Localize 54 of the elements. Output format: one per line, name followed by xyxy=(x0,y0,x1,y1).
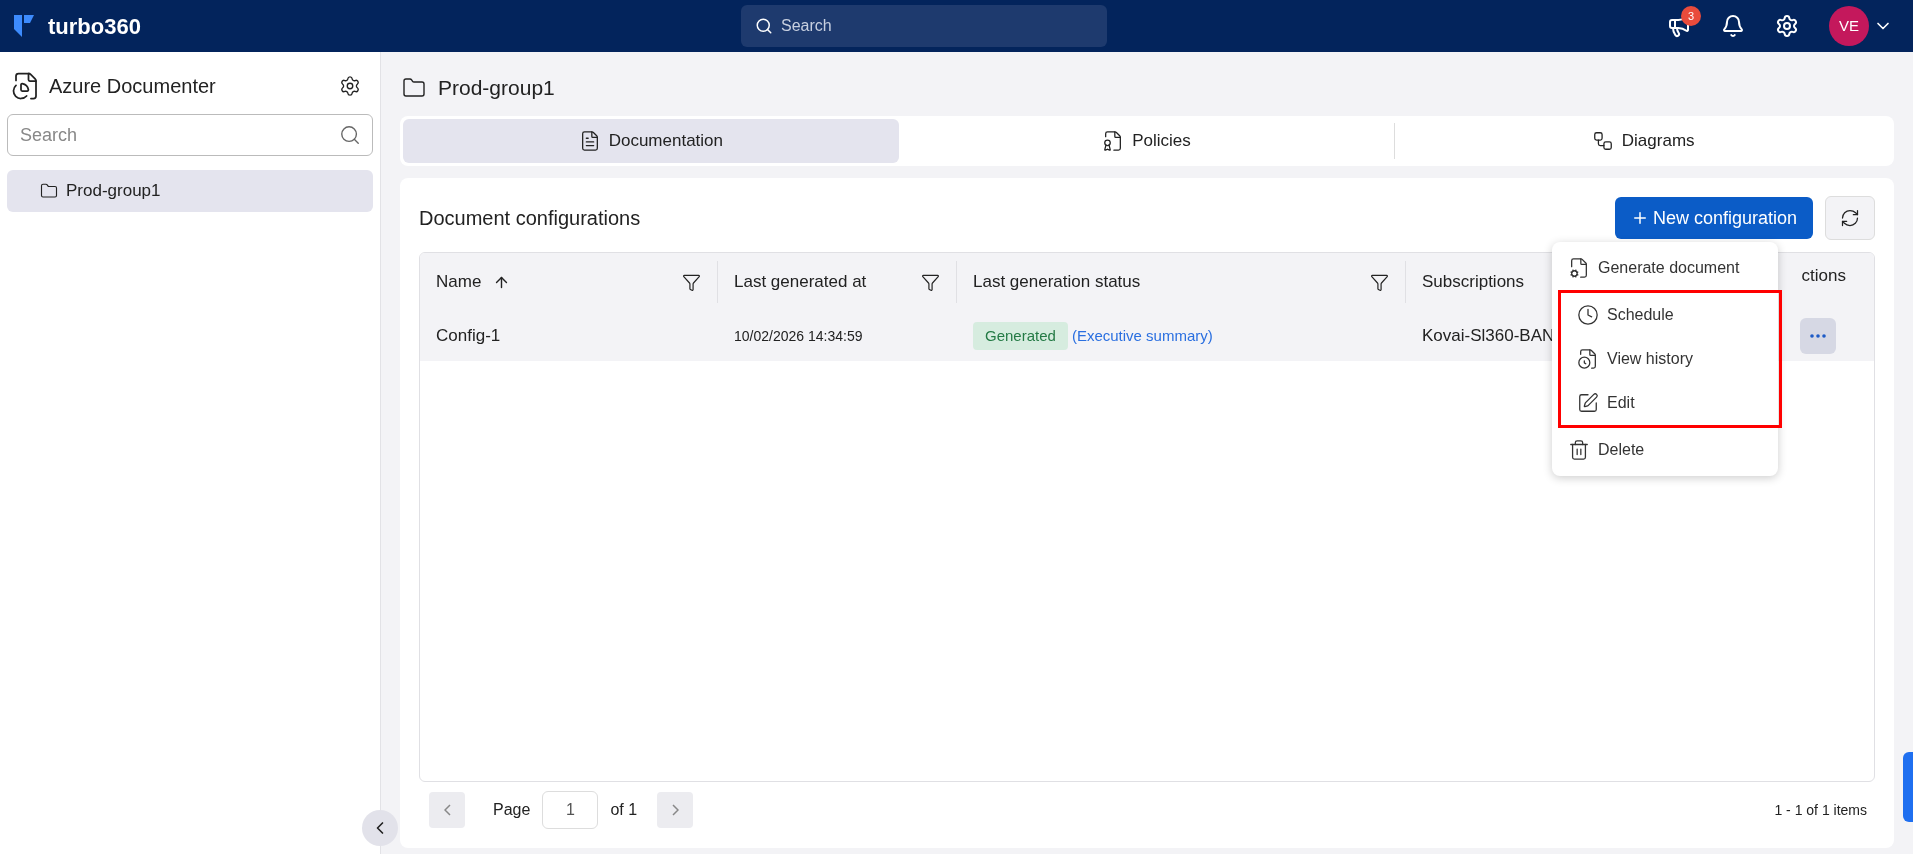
refresh-button[interactable] xyxy=(1825,196,1875,240)
executive-summary-link[interactable]: (Executive summary) xyxy=(1071,324,1213,348)
more-icon xyxy=(1810,334,1826,338)
logo-icon xyxy=(12,13,36,39)
table-cell: Kovai-Sl360-BAN xyxy=(1422,326,1555,346)
tab[interactable]: Diagrams xyxy=(1395,119,1891,163)
new-configuration-button[interactable]: New configuration xyxy=(1614,197,1813,239)
status-badge: Generated xyxy=(973,321,1068,351)
page-title: Prod-group1 xyxy=(438,75,555,102)
more-button[interactable] xyxy=(1800,318,1836,354)
column-header[interactable]: Last generated at xyxy=(718,261,957,303)
filter-icon[interactable] xyxy=(682,272,701,292)
tab[interactable]: Policies xyxy=(898,119,1395,163)
pen-icon xyxy=(1577,392,1599,414)
page-count: of 1 xyxy=(610,800,638,820)
page-number-field[interactable]: 1 xyxy=(542,791,599,829)
folder-icon xyxy=(402,76,426,100)
sidebar-title: Azure Documenter xyxy=(49,74,217,99)
tab[interactable]: Documentation xyxy=(403,119,899,163)
search-field[interactable]: Search xyxy=(740,5,1107,47)
chevron-right-icon xyxy=(671,804,679,816)
sidebar-search-field[interactable]: Search xyxy=(7,114,373,156)
table-cell-text: Config-1 xyxy=(435,325,502,348)
filter-icon[interactable] xyxy=(1370,272,1389,292)
table-cell-text: 10/02/2026 14:34:59 xyxy=(733,326,864,346)
search-icon xyxy=(754,17,773,35)
settings-icon[interactable] xyxy=(339,75,361,97)
search-icon xyxy=(339,124,361,146)
menu-item[interactable]: Generate document xyxy=(1552,246,1778,290)
chevron-left-icon xyxy=(443,804,451,816)
document-gear-icon xyxy=(1568,257,1590,279)
page-label: Page xyxy=(493,800,531,820)
settings-icon[interactable] xyxy=(1775,14,1799,38)
clock-icon xyxy=(1577,304,1599,326)
menu-item[interactable]: Edit xyxy=(1561,381,1779,425)
bell-icon[interactable] xyxy=(1721,14,1745,38)
menu-item[interactable]: View history xyxy=(1561,337,1779,381)
items-summary: 1 - 1 of 1 items xyxy=(1774,800,1868,820)
menu-item[interactable]: Delete xyxy=(1552,428,1778,472)
column-header[interactable]: Name xyxy=(420,261,718,303)
document-clock-icon xyxy=(1577,348,1599,370)
flow-icon xyxy=(1591,130,1614,152)
notification-badge: 3 xyxy=(1681,6,1701,26)
tree-item[interactable]: Prod-group1 xyxy=(7,170,373,212)
folder-icon xyxy=(40,182,58,200)
user-avatar[interactable]: VE xyxy=(1829,6,1869,46)
trash-icon xyxy=(1568,439,1590,461)
filter-icon[interactable] xyxy=(921,272,940,292)
refresh-icon xyxy=(1840,208,1860,228)
side-tab[interactable] xyxy=(1903,752,1913,822)
column-header[interactable]: Last generation status xyxy=(957,261,1406,303)
logo-text: turbo360 xyxy=(48,12,141,41)
card-title: Document configurations xyxy=(419,206,642,231)
menu-item[interactable]: Schedule xyxy=(1561,293,1779,337)
